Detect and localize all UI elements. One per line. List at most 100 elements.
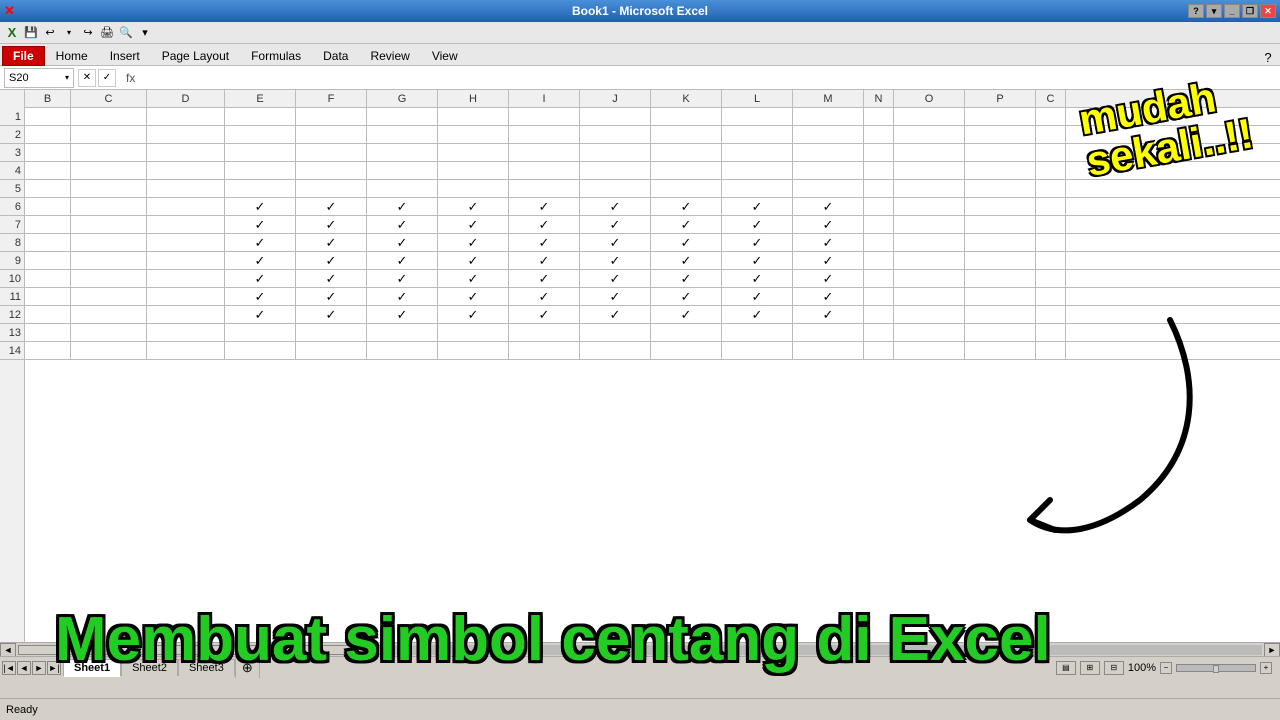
cell-k4[interactable] [651,162,722,179]
cell-o5[interactable] [894,180,965,197]
cell-l1[interactable] [722,108,793,125]
cell-p9[interactable] [965,252,1036,269]
cell-e11[interactable]: ✓ [225,288,296,305]
cell-g4[interactable] [367,162,438,179]
cell-g6[interactable]: ✓ [367,198,438,215]
cell-l7[interactable]: ✓ [722,216,793,233]
cell-g7[interactable]: ✓ [367,216,438,233]
cell-p3[interactable] [965,144,1036,161]
cell-m2[interactable] [793,126,864,143]
col-header-i[interactable]: I [509,90,580,107]
cell-o10[interactable] [894,270,965,287]
col-header-d[interactable]: D [147,90,225,107]
cell-i10[interactable]: ✓ [509,270,580,287]
col-header-l[interactable]: L [722,90,793,107]
minimize-button[interactable]: _ [1224,4,1240,18]
cell-c12[interactable] [71,306,147,323]
cell-c1[interactable] [71,108,147,125]
cell-i2[interactable] [509,126,580,143]
cell-n3[interactable] [864,144,894,161]
sheet-first-button[interactable]: |◄ [2,661,16,675]
cell-e12[interactable]: ✓ [225,306,296,323]
cell-d14[interactable] [147,342,225,359]
cell-p8[interactable] [965,234,1036,251]
cell-b3[interactable] [25,144,71,161]
cell-c14[interactable] [71,342,147,359]
cell-o2[interactable] [894,126,965,143]
row-header-14[interactable]: 14 [0,342,24,360]
cell-f10[interactable]: ✓ [296,270,367,287]
cell-j13[interactable] [580,324,651,341]
redo-icon[interactable]: ↪ [80,25,96,41]
cell-g13[interactable] [367,324,438,341]
cell-p12[interactable] [965,306,1036,323]
cell-k2[interactable] [651,126,722,143]
cell-f1[interactable] [296,108,367,125]
name-box[interactable]: S20 ▾ [4,68,74,88]
cell-n12[interactable] [864,306,894,323]
cell-i3[interactable] [509,144,580,161]
undo-icon[interactable]: ↩ [42,25,58,41]
cell-l12[interactable]: ✓ [722,306,793,323]
preview-icon[interactable]: 🔍 [118,25,134,41]
row-header-5[interactable]: 5 [0,180,24,198]
cell-m11[interactable]: ✓ [793,288,864,305]
col-header-c[interactable]: C [71,90,147,107]
cell-h3[interactable] [438,144,509,161]
row-header-8[interactable]: 8 [0,234,24,252]
cell-extra8[interactable] [1036,234,1066,251]
cell-m3[interactable] [793,144,864,161]
cell-i12[interactable]: ✓ [509,306,580,323]
cell-h10[interactable]: ✓ [438,270,509,287]
cell-o8[interactable] [894,234,965,251]
cell-f8[interactable]: ✓ [296,234,367,251]
cell-g10[interactable]: ✓ [367,270,438,287]
cell-d10[interactable] [147,270,225,287]
cell-d11[interactable] [147,288,225,305]
confirm-formula-button[interactable]: ✓ [98,69,116,87]
row-header-1[interactable]: 1 [0,108,24,126]
cell-extra13[interactable] [1036,324,1066,341]
cell-g12[interactable]: ✓ [367,306,438,323]
cell-extra12[interactable] [1036,306,1066,323]
cell-i5[interactable] [509,180,580,197]
cell-m10[interactable]: ✓ [793,270,864,287]
cell-h9[interactable]: ✓ [438,252,509,269]
cell-extra6[interactable] [1036,198,1066,215]
col-header-f[interactable]: F [296,90,367,107]
cell-l2[interactable] [722,126,793,143]
cell-c8[interactable] [71,234,147,251]
sheet-tab-sheet2[interactable]: Sheet2 [121,659,178,676]
cell-k13[interactable] [651,324,722,341]
cell-c6[interactable] [71,198,147,215]
customize-icon[interactable]: ▾ [137,25,153,41]
restore-button[interactable]: ❐ [1242,4,1258,18]
col-header-h[interactable]: H [438,90,509,107]
cell-e10[interactable]: ✓ [225,270,296,287]
cell-h11[interactable]: ✓ [438,288,509,305]
cell-i14[interactable] [509,342,580,359]
cell-p13[interactable] [965,324,1036,341]
cell-h5[interactable] [438,180,509,197]
cell-j1[interactable] [580,108,651,125]
cell-m1[interactable] [793,108,864,125]
formula-input[interactable] [143,68,1276,88]
cell-k1[interactable] [651,108,722,125]
cell-b10[interactable] [25,270,71,287]
cell-o13[interactable] [894,324,965,341]
cell-k10[interactable]: ✓ [651,270,722,287]
tab-review[interactable]: Review [359,46,420,65]
row-header-13[interactable]: 13 [0,324,24,342]
col-header-o[interactable]: O [894,90,965,107]
cell-f7[interactable]: ✓ [296,216,367,233]
print-icon[interactable]: 🖨 [99,25,115,41]
cell-f6[interactable]: ✓ [296,198,367,215]
col-header-b[interactable]: B [25,90,71,107]
cell-o14[interactable] [894,342,965,359]
cell-n9[interactable] [864,252,894,269]
cell-m4[interactable] [793,162,864,179]
undo-dropdown-icon[interactable]: ▾ [61,25,77,41]
cell-l5[interactable] [722,180,793,197]
cell-n11[interactable] [864,288,894,305]
cell-b1[interactable] [25,108,71,125]
